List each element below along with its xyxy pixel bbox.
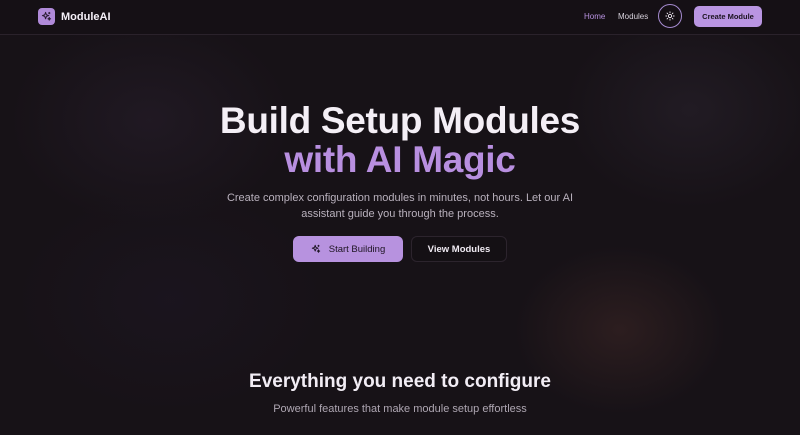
start-building-button[interactable]: Start Building (293, 236, 403, 262)
sparkles-icon (311, 244, 320, 253)
sun-icon (665, 11, 675, 21)
features-subtitle: Powerful features that make module setup… (273, 403, 527, 415)
hero-title: Build Setup Modules (219, 100, 581, 141)
create-module-button[interactable]: Create Module (694, 6, 762, 27)
hero-title-highlight: with AI Magic (284, 139, 516, 180)
theme-toggle-button[interactable] (658, 4, 682, 28)
page: ModuleAI Home Modules Create Module Buil… (0, 0, 800, 435)
view-modules-button[interactable]: View Modules (411, 236, 507, 262)
view-modules-label: View Modules (427, 243, 491, 255)
nav-link-home[interactable]: Home (584, 12, 605, 21)
navbar: ModuleAI Home Modules Create Module (0, 0, 800, 35)
brand[interactable]: ModuleAI (38, 8, 111, 25)
brand-name: ModuleAI (61, 10, 111, 23)
hero-subtitle: Create complex configuration modules in … (226, 192, 574, 220)
sparkles-icon (38, 8, 55, 25)
nav-link-modules[interactable]: Modules (618, 12, 648, 21)
features-title: Everything you need to configure (249, 371, 551, 392)
start-building-label: Start Building (328, 243, 386, 255)
